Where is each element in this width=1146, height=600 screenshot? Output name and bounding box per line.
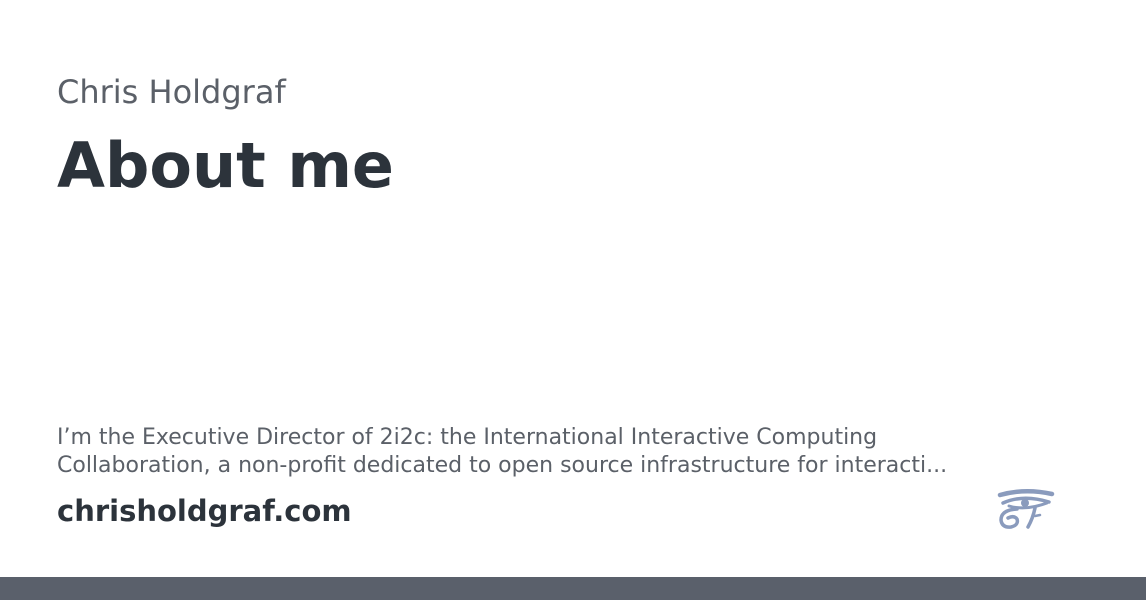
- bottom-accent-bar: [0, 577, 1146, 600]
- description-line-2: Collaboration, a non-profit dedicated to…: [57, 453, 948, 478]
- page-description: I’m the Executive Director of 2i2c: the …: [57, 424, 1037, 480]
- page-title: About me: [57, 129, 394, 202]
- description-line-1: I’m the Executive Director of 2i2c: the …: [57, 425, 878, 450]
- site-domain: chrisholdgraf.com: [57, 494, 352, 528]
- site-name: Chris Holdgraf: [57, 73, 286, 111]
- social-preview-card: Chris Holdgraf About me I’m the Executiv…: [0, 0, 1146, 600]
- eye-of-horus-icon: [995, 488, 1057, 532]
